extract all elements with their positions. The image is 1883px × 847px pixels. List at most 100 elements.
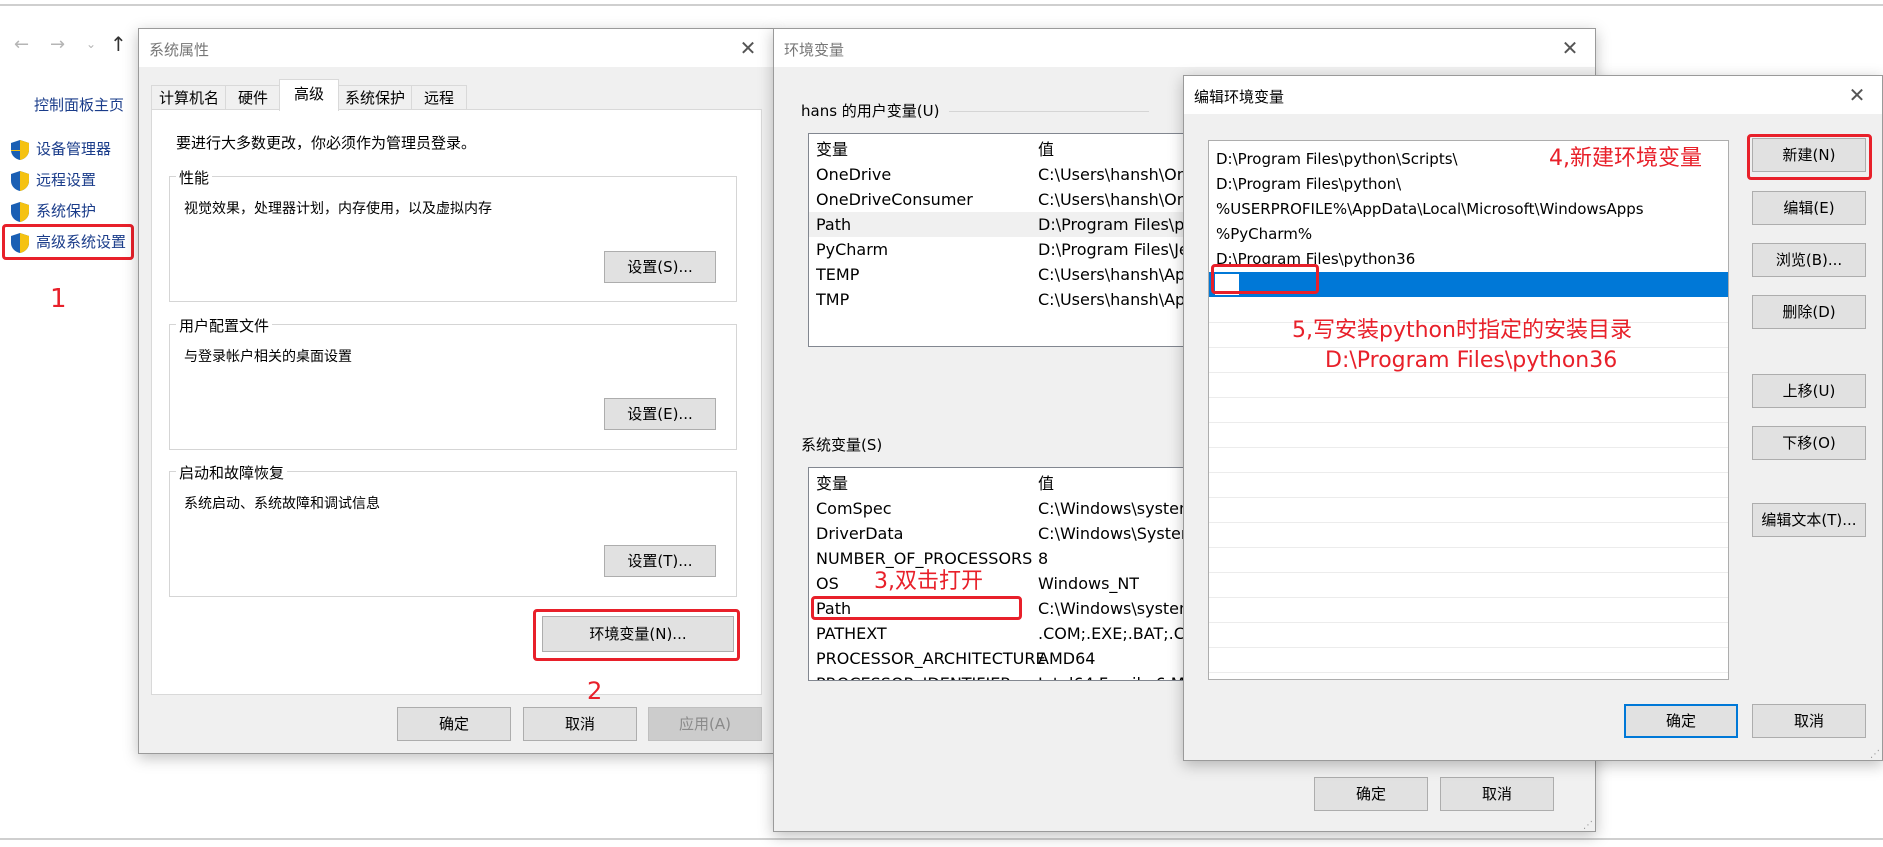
move-up-button[interactable]: 上移(U) [1752, 374, 1866, 408]
shield-icon [11, 170, 29, 191]
startup-recovery-label: 启动和故障恢复 [176, 462, 288, 483]
window-title: 环境变量 [784, 41, 845, 59]
variable-value: .COM;.EXE;.BAT;.CM [1038, 624, 1190, 643]
forward-arrow-icon[interactable]: → [50, 34, 65, 55]
variable-value: D:\Program Files\Je [1038, 240, 1189, 259]
variable-name: TMP [816, 290, 850, 309]
browse-button[interactable]: 浏览(B)... [1752, 243, 1866, 277]
table-row[interactable]: OneDriveConsumer C:\Users\hansh\One [809, 187, 1189, 212]
title-bar: 编辑环境变量 ✕ [1184, 76, 1882, 114]
move-down-button[interactable]: 下移(O) [1752, 426, 1866, 460]
user-profile-desc: 与登录帐户相关的桌面设置 [184, 349, 352, 365]
variable-name: DriverData [816, 524, 904, 543]
nav-item-device-manager[interactable]: 设备管理器 [10, 138, 111, 161]
startup-settings-button[interactable]: 设置(T)... [604, 545, 716, 577]
performance-settings-button[interactable]: 设置(S)... [604, 251, 716, 283]
recent-dropdown-icon[interactable]: ⌄ [86, 37, 96, 51]
ok-button[interactable]: 确定 [1314, 777, 1428, 811]
column-header-variable[interactable]: 变量 [816, 137, 848, 162]
cancel-button[interactable]: 取消 [523, 707, 637, 741]
back-arrow-icon[interactable]: ← [14, 34, 29, 55]
variable-name: PROCESSOR_IDENTIFIER [816, 671, 1011, 680]
cancel-button[interactable]: 取消 [1440, 777, 1554, 811]
table-row[interactable]: PATHEXT .COM;.EXE;.BAT;.CM [809, 621, 1189, 646]
path-entry: D:\Program Files\python\Scripts\ [1216, 150, 1458, 168]
table-row[interactable]: DriverData C:\Windows\System [809, 521, 1189, 546]
table-row[interactable]: TMP C:\Users\hansh\App [809, 287, 1189, 312]
ok-button[interactable]: 确定 [1624, 704, 1738, 738]
variable-value: C:\Users\hansh\App [1038, 265, 1190, 284]
table-row-selected[interactable]: Path D:\Program Files\py [809, 212, 1189, 237]
table-row[interactable]: PROCESSOR_IDENTIFIER Intel64 Family 6 M [809, 671, 1189, 680]
variable-name: ComSpec [816, 499, 892, 518]
edit-button[interactable]: 编辑(E) [1752, 191, 1866, 225]
title-bar: 环境变量 ✕ [774, 29, 1595, 67]
path-entry: %PyCharm% [1216, 225, 1313, 243]
ok-button[interactable]: 确定 [397, 707, 511, 741]
close-icon[interactable]: ✕ [733, 33, 763, 63]
variable-name: OneDriveConsumer [816, 190, 973, 209]
user-vars-label: hans 的用户变量(U) [801, 102, 940, 120]
tab-system-protection[interactable]: 系统保护 [337, 85, 413, 110]
edit-environment-variable-window: 编辑环境变量 ✕ D:\Program Files\python\Scripts… [1183, 75, 1883, 761]
nav-item-remote-settings[interactable]: 远程设置 [10, 169, 96, 192]
close-icon[interactable]: ✕ [1842, 80, 1872, 110]
annotation-step-3: 3,双击打开 [874, 569, 983, 594]
table-row[interactable]: OneDrive C:\Users\hansh\One [809, 162, 1189, 187]
tab-advanced[interactable]: 高级 [279, 79, 339, 111]
table-row[interactable]: NUMBER_OF_PROCESSORS 8 [809, 546, 1189, 571]
highlight-new-button [1747, 134, 1872, 180]
table-row[interactable]: PROCESSOR_ARCHITECTURE AMD64 [809, 646, 1189, 671]
startup-recovery-desc: 系统启动、系统故障和调试信息 [184, 496, 380, 512]
highlight-new-entry [1211, 264, 1319, 294]
column-header-value[interactable]: 值 [1038, 471, 1054, 496]
annotation-step-2: 2 [587, 677, 603, 705]
shield-icon [11, 139, 29, 160]
explorer-bottom-border [0, 838, 1883, 840]
cancel-button[interactable]: 取消 [1752, 704, 1866, 738]
advanced-tab-page: 要进行大多数更改，你必须作为管理员登录。 性能 视觉效果，处理器计划，内存使用，… [151, 109, 762, 695]
variable-name: OS [816, 574, 839, 593]
user-vars-list[interactable]: 变量 值 OneDrive C:\Users\hansh\One OneDrive… [808, 133, 1190, 347]
variable-value: C:\Windows\system [1038, 599, 1190, 618]
annotation-step-5-line2: D:\Program Files\python36 [1325, 348, 1618, 373]
delete-button[interactable]: 删除(D) [1752, 295, 1866, 329]
nav-item-system-protection[interactable]: 系统保护 [10, 200, 96, 223]
path-entry: %USERPROFILE%\AppData\Local\Microsoft\Wi… [1216, 200, 1644, 218]
column-header-variable[interactable]: 变量 [816, 471, 848, 496]
close-icon[interactable]: ✕ [1555, 33, 1585, 63]
variable-value: C:\Users\hansh\One [1038, 165, 1190, 184]
variable-value: Intel64 Family 6 M [1038, 671, 1185, 680]
tab-hardware[interactable]: 硬件 [225, 85, 281, 110]
table-row[interactable]: ComSpec C:\Windows\system [809, 496, 1189, 521]
table-row[interactable]: PyCharm D:\Program Files\Je [809, 237, 1189, 262]
performance-group [169, 176, 737, 302]
admin-note: 要进行大多数更改，你必须作为管理员登录。 [176, 134, 477, 152]
edit-text-button[interactable]: 编辑文本(T)... [1752, 503, 1866, 537]
highlight-path-row [811, 596, 1022, 620]
annotation-step-4: 4,新建环境变量 [1549, 146, 1702, 171]
control-panel-home-link[interactable]: 控制面板主页 [34, 94, 124, 115]
resize-grip-icon[interactable]: ⋰ [1870, 749, 1880, 760]
path-entry: D:\Program Files\python\ [1216, 175, 1402, 193]
highlight-advanced-settings [2, 224, 134, 260]
table-row[interactable]: OS Windows_NT [809, 571, 1189, 596]
tab-strip: 计算机名 硬件 高级 系统保护 远程 [151, 79, 761, 111]
list-item[interactable]: D:\Program Files\python\ [1209, 172, 1728, 197]
user-vars-separator [949, 111, 1149, 112]
resize-grip-icon[interactable]: ⋰ [1583, 820, 1593, 831]
variable-value: D:\Program Files\py [1038, 215, 1190, 234]
apply-button: 应用(A) [648, 707, 762, 741]
path-entries-list[interactable]: D:\Program Files\python\Scripts\ D:\Prog… [1208, 140, 1729, 680]
user-profile-label: 用户配置文件 [176, 315, 273, 336]
system-vars-list[interactable]: 变量 值 ComSpec C:\Windows\system DriverData… [808, 467, 1190, 681]
tab-computer-name[interactable]: 计算机名 [151, 85, 227, 110]
list-item[interactable]: %USERPROFILE%\AppData\Local\Microsoft\Wi… [1209, 197, 1728, 222]
tab-remote[interactable]: 远程 [411, 85, 467, 110]
variable-name: PROCESSOR_ARCHITECTURE [816, 649, 1046, 668]
list-item[interactable]: %PyCharm% [1209, 222, 1728, 247]
column-header-value[interactable]: 值 [1038, 137, 1054, 162]
table-row[interactable]: TEMP C:\Users\hansh\App [809, 262, 1189, 287]
up-arrow-icon[interactable]: ↑ [110, 32, 127, 56]
user-profile-settings-button[interactable]: 设置(E)... [604, 398, 716, 430]
